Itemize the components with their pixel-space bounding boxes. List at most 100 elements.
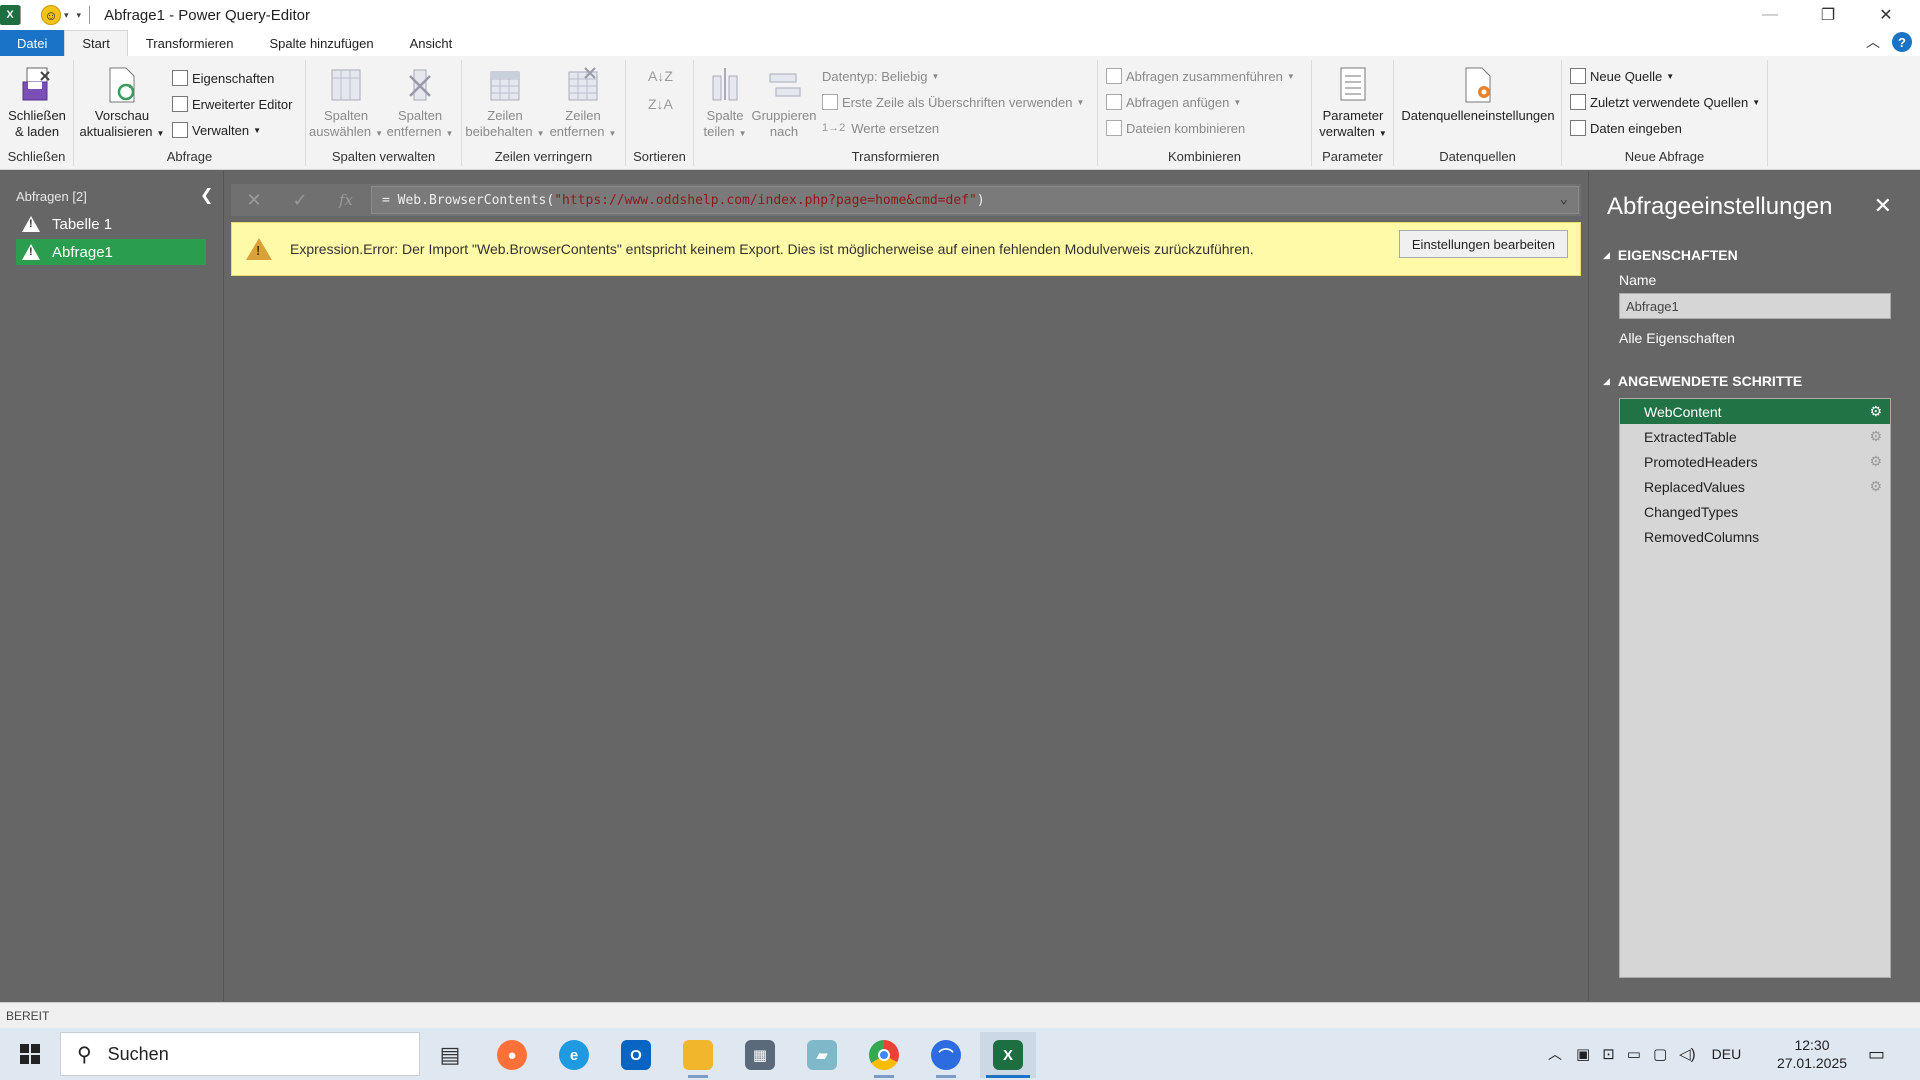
tab-ansicht[interactable]: Ansicht: [392, 30, 471, 56]
clock[interactable]: 12:30 27.01.2025: [1772, 1036, 1852, 1072]
gear-icon[interactable]: ⚙: [1869, 453, 1882, 470]
tab-spalte-hinzufuegen[interactable]: Spalte hinzufügen: [251, 30, 391, 56]
remove-rows-label-2-text: entfernen: [549, 124, 605, 139]
split-column-button[interactable]: Spalte teilen ▼: [698, 64, 752, 142]
vpn-app-button[interactable]: ⌒: [918, 1032, 974, 1078]
excel-logo-icon: X: [0, 5, 20, 25]
sort-descending-button[interactable]: Z↓A: [648, 94, 673, 114]
advanced-editor-button[interactable]: Erweiterter Editor: [172, 94, 292, 114]
tab-start[interactable]: Start: [64, 30, 128, 56]
save-close-icon: [19, 64, 55, 104]
notifications-button[interactable]: ▭: [1868, 1028, 1885, 1080]
gear-icon[interactable]: ⚙: [1869, 478, 1882, 495]
formula-input[interactable]: = Web.BrowserContents( "https://www.odds…: [371, 186, 1579, 214]
query-item-abfrage1[interactable]: Abfrage1: [16, 239, 206, 265]
query-item-tabelle-1[interactable]: Tabelle 1: [16, 211, 206, 237]
enter-data-button[interactable]: Daten eingeben: [1570, 118, 1682, 138]
restore-button[interactable]: ❐: [1800, 0, 1856, 30]
remove-rows-icon: [565, 64, 601, 104]
collapse-triangle-icon: ◢: [1603, 375, 1610, 386]
merge-queries-button[interactable]: Abfragen zusammenführen ▼: [1106, 66, 1295, 86]
title-separator: [20, 6, 21, 24]
notes-app-button[interactable]: ▰: [794, 1032, 850, 1078]
volume-icon[interactable]: ◁): [1679, 1045, 1696, 1063]
manage-parameters-label-1: Parameter: [1322, 108, 1384, 123]
file-explorer-button[interactable]: [670, 1032, 726, 1078]
calculator-button[interactable]: ▦: [732, 1032, 788, 1078]
start-button[interactable]: [0, 1028, 60, 1080]
tray-overflow-chevron-icon[interactable]: ︿: [1548, 1044, 1562, 1064]
step-webcontent[interactable]: WebContent ⚙: [1620, 399, 1890, 424]
edge-button[interactable]: e: [546, 1032, 602, 1078]
append-queries-button[interactable]: Abfragen anfügen ▼: [1106, 92, 1241, 112]
task-view-button[interactable]: ▤: [422, 1032, 478, 1078]
help-icon[interactable]: ?: [1892, 32, 1912, 52]
step-extractedtable[interactable]: ExtractedTable ⚙: [1620, 424, 1890, 449]
split-column-label-2-text: teilen: [703, 124, 735, 139]
recent-sources-caret-icon: ▼: [1752, 97, 1761, 107]
new-source-button[interactable]: Neue Quelle ▼: [1570, 66, 1674, 86]
applied-steps-section-header[interactable]: ◢ ANGEWENDETE SCHRITTE: [1603, 373, 1802, 389]
taskbar-search[interactable]: ⚲ Suchen: [60, 1032, 420, 1076]
all-properties-link[interactable]: Alle Eigenschaften: [1619, 330, 1735, 346]
display-icon[interactable]: ▢: [1653, 1045, 1667, 1063]
battery-icon[interactable]: ▭: [1627, 1045, 1641, 1063]
outlook-button[interactable]: O: [608, 1032, 664, 1078]
group-by-button[interactable]: Gruppieren nach: [750, 64, 818, 140]
properties-button[interactable]: Eigenschaften: [172, 68, 274, 88]
smiley-feedback-icon[interactable]: ☺: [41, 5, 61, 25]
close-window-button[interactable]: ✕: [1858, 0, 1914, 30]
datatype-dropdown[interactable]: Datentyp: Beliebig ▼: [822, 66, 939, 86]
customize-toolbar-icon[interactable]: ▾: [77, 10, 82, 21]
manage-parameters-label-2-text: verwalten: [1319, 124, 1375, 139]
step-changedtypes[interactable]: ChangedTypes: [1620, 499, 1890, 524]
firefox-button[interactable]: ●: [484, 1032, 540, 1078]
manage-parameters-caret-icon: ▼: [1378, 129, 1387, 138]
group-neue-abfrage: Neue Quelle ▼ Zuletzt verwendete Quellen…: [1562, 60, 1768, 166]
sort-ascending-button[interactable]: A↓Z: [648, 66, 673, 86]
collapse-ribbon-icon[interactable]: ︿: [1866, 32, 1880, 52]
collapse-queries-chevron-icon[interactable]: ❮: [200, 185, 213, 205]
combine-files-button[interactable]: Dateien kombinieren: [1106, 118, 1245, 138]
close-load-button[interactable]: Schließen & laden: [6, 64, 68, 140]
append-queries-label: Abfragen anfügen: [1126, 94, 1230, 110]
step-label: WebContent: [1644, 403, 1722, 420]
tab-transformieren[interactable]: Transformieren: [128, 30, 252, 56]
network-status-icon[interactable]: ⊡: [1602, 1045, 1615, 1063]
query-name-input[interactable]: Abfrage1: [1619, 293, 1891, 319]
confirm-formula-icon[interactable]: ✓: [277, 184, 323, 216]
expand-formula-chevron-icon[interactable]: ⌄: [1560, 191, 1568, 207]
edit-settings-button[interactable]: Einstellungen bearbeiten: [1398, 230, 1568, 258]
keep-rows-button[interactable]: Zeilen beibehalten ▼: [465, 64, 545, 142]
excel-taskbar-button[interactable]: X: [980, 1032, 1036, 1078]
manage-parameters-button[interactable]: Parameter verwalten ▼: [1316, 64, 1390, 142]
append-queries-icon: [1106, 94, 1122, 110]
step-removedcolumns[interactable]: RemovedColumns: [1620, 524, 1890, 549]
cancel-formula-icon[interactable]: ✕: [231, 184, 277, 216]
step-replacedvalues[interactable]: ReplacedValues ⚙: [1620, 474, 1890, 499]
step-promotedheaders[interactable]: PromotedHeaders ⚙: [1620, 449, 1890, 474]
choose-columns-button[interactable]: Spalten auswählen ▼: [309, 64, 383, 142]
remove-rows-button[interactable]: Zeilen entfernen ▼: [546, 64, 620, 142]
minimize-button[interactable]: —: [1742, 0, 1798, 30]
first-row-headers-button[interactable]: Erste Zeile als Überschriften verwenden …: [822, 92, 1084, 112]
properties-section-header[interactable]: ◢ EIGENSCHAFTEN: [1603, 247, 1738, 263]
replace-values-button[interactable]: 1→2 Werte ersetzen: [822, 118, 939, 138]
gear-icon[interactable]: ⚙: [1869, 428, 1882, 445]
manage-button[interactable]: Verwalten ▼: [172, 120, 261, 140]
close-settings-icon[interactable]: ✕: [1874, 193, 1892, 219]
queries-pane: Abfragen [2] ❮ Tabelle 1 Abfrage1: [0, 171, 224, 1001]
quick-access-dropdown-icon[interactable]: ▾: [64, 10, 69, 21]
fx-icon[interactable]: fx: [323, 184, 369, 216]
language-indicator[interactable]: DEU: [1712, 1046, 1742, 1062]
chrome-button[interactable]: [856, 1032, 912, 1078]
data-source-settings-button[interactable]: Datenquelleneinstellungen: [1396, 64, 1560, 124]
recent-sources-button[interactable]: Zuletzt verwendete Quellen ▼: [1570, 92, 1760, 112]
gear-icon[interactable]: ⚙: [1869, 403, 1882, 420]
tray-app-icon[interactable]: ▣: [1576, 1045, 1590, 1063]
refresh-caret-icon: ▼: [156, 129, 165, 138]
tab-datei[interactable]: Datei: [0, 30, 65, 56]
first-row-headers-icon: [822, 94, 838, 110]
refresh-preview-button[interactable]: Vorschau aktualisieren ▼: [80, 64, 164, 142]
remove-columns-button[interactable]: Spalten entfernen ▼: [384, 64, 456, 142]
